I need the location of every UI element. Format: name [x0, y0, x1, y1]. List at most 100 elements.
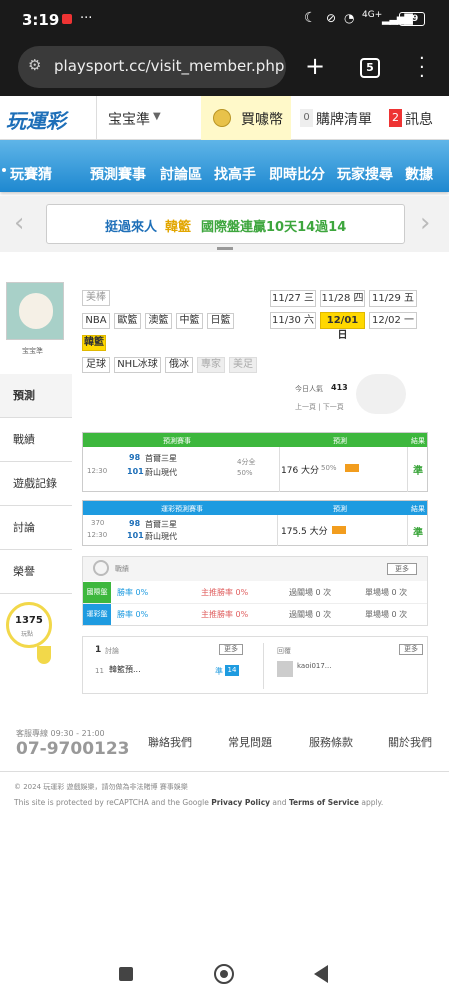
battery-indicator: 89 [399, 12, 425, 26]
member-content: 宝宝準 美棒 NBA 歐籃 澳籃 中籃 日籃 韓籃 足球 NHL冰球 俄冰 專家… [0, 268, 449, 708]
tag-soccer[interactable]: 足球 [82, 357, 110, 373]
prediction-pick: 176 大分 [281, 466, 320, 476]
recents-icon[interactable] [119, 967, 133, 981]
summary-row-intl: 國際盤 勝率 0% 主推勝率 0% 過關場 0 次 單場場 0 次 [83, 582, 427, 604]
privacy-link[interactable]: Privacy Policy [211, 798, 270, 807]
bulb-icon [37, 646, 51, 664]
prediction-pick: 175.5 大分 [281, 527, 328, 537]
cart-link[interactable]: 購牌清單 [316, 109, 372, 129]
carousel-prev-icon[interactable]: ‹ [14, 208, 24, 238]
tag-ru-hockey[interactable]: 俄冰 [165, 357, 193, 373]
site-logo[interactable]: 玩運彩 [6, 105, 66, 134]
browser-menu-icon[interactable]: · · · [419, 50, 425, 86]
date-1201[interactable]: 12/01 日 [320, 312, 365, 341]
moon-icon: ☾ [304, 10, 317, 26]
prediction-table-lottery: 運彩預測賽事 預測 結果 370 12:30 98 101 首爾三星 蔚山現代 … [82, 500, 428, 546]
tag-jp-basket[interactable]: 日籃 [207, 313, 234, 329]
carousel-next-icon[interactable]: › [420, 208, 430, 238]
nav-item-experts[interactable]: 找高手 [214, 164, 256, 184]
terms-link[interactable]: Terms of Service [289, 798, 359, 807]
nav-bullet [2, 168, 6, 172]
site-footer: 客服專線 09:30 - 21:00 07-9700123 聯絡我們 常見問題 … [0, 720, 449, 820]
prediction-table: 預測賽事 預測 結果 12:30 98 101 首爾三星 蔚山現代 4分全 50… [82, 432, 428, 492]
network-label: 4G+ [362, 10, 383, 20]
tag-kr-basket[interactable]: 韓籃 [82, 335, 106, 351]
url-bar[interactable]: ⚙ playsport.cc/visit_member.php [18, 46, 286, 88]
posts-more-button[interactable]: 更多 [219, 644, 243, 655]
tag-cn-basket[interactable]: 中籃 [176, 313, 203, 329]
system-nav-bar [0, 955, 449, 1000]
tag-expert: 專家 [197, 357, 225, 373]
table-header: 運彩預測賽事 預測 結果 [83, 501, 427, 515]
record-summary: 戰績 更多 國際盤 勝率 0% 主推勝率 0% 過關場 0 次 單場場 0 次 … [82, 556, 428, 626]
sidebar-item-discuss[interactable]: 討論 [0, 506, 72, 550]
tag-aus-basket[interactable]: 澳籃 [145, 313, 172, 329]
carousel-indicator [217, 247, 233, 250]
footer-link-terms[interactable]: 服務條款 [309, 734, 353, 750]
tabs-count-button[interactable]: 5 [360, 58, 380, 78]
tag-mlb[interactable]: 美棒 [82, 290, 110, 306]
result-mark: 準 [413, 466, 423, 477]
vibrate-off-icon: ⊘ [326, 11, 337, 25]
banner-text-a: 挺過來人 [105, 220, 158, 235]
url-text[interactable]: playsport.cc/visit_member.php [54, 57, 284, 75]
app-notification-icon [62, 14, 72, 24]
table-header: 預測賽事 預測 結果 [83, 433, 427, 447]
banner-content[interactable]: 挺過來人 韓籃 國際盤連贏10天14過14 [46, 204, 405, 244]
site-settings-icon[interactable]: ⚙ [28, 56, 41, 74]
nav-item-data[interactable]: 數據 [405, 164, 433, 184]
nav-item-forum[interactable]: 討論區 [160, 164, 202, 184]
points-badge[interactable]: 1375 玩點 [6, 602, 52, 648]
status-dots: ··· [80, 11, 93, 26]
tag-nfl: 美足 [229, 357, 257, 373]
nav-item-live-score[interactable]: 即時比分 [269, 164, 325, 184]
pager-note: 上一頁 | 下一頁 [295, 403, 344, 411]
avatar[interactable] [6, 282, 64, 340]
post-title-link[interactable]: 韓籃預... [109, 664, 141, 675]
date-1128[interactable]: 11/28 四 [320, 290, 365, 307]
footer-link-about[interactable]: 關於我們 [388, 734, 432, 750]
back-icon[interactable] [314, 965, 328, 983]
sidebar-item-games[interactable]: 遊戲記錄 [0, 462, 72, 506]
chevron-down-icon[interactable]: ▼ [153, 111, 161, 122]
tag-nhl[interactable]: NHL冰球 [114, 357, 161, 373]
reply-user[interactable]: kaoi017... [297, 662, 331, 670]
message-count-badge: 2 [389, 109, 402, 127]
tag-euro-basket[interactable]: 歐籃 [114, 313, 141, 329]
date-1129[interactable]: 11/29 五 [369, 290, 417, 307]
views-count: 413 [331, 383, 348, 392]
divider [96, 96, 97, 140]
replies-more-button[interactable]: 更多 [399, 644, 423, 655]
banner-text-b: 韓籃 [165, 220, 192, 235]
sidebar-item-honor[interactable]: 榮譽 [0, 550, 72, 594]
messages-link[interactable]: 訊息 [405, 109, 433, 129]
service-phone[interactable]: 07-9700123 [16, 739, 130, 759]
more-button[interactable]: 更多 [387, 563, 417, 575]
record-icon [93, 560, 109, 576]
user-menu[interactable]: 宝宝準 [108, 109, 150, 129]
sidebar-item-record[interactable]: 戰績 [0, 418, 72, 462]
views-label: 今日人氣 [295, 385, 323, 393]
table-row[interactable]: 12:30 98 101 首爾三星 蔚山現代 4分全 50% 176 大分 50… [83, 447, 427, 492]
nav-item-play[interactable]: 玩賽猜 [10, 164, 52, 184]
promo-banner: ‹ 挺過來人 韓籃 國際盤連贏10天14過14 › [0, 196, 449, 252]
new-tab-icon[interactable]: + [305, 52, 325, 80]
sidebar-item-predict[interactable]: 預測 [0, 374, 72, 418]
points-value: 1375 [15, 615, 43, 626]
nav-item-predict[interactable]: 預測賽事 [90, 164, 146, 184]
footer-link-contact[interactable]: 聯絡我們 [148, 734, 192, 750]
points-label: 玩點 [21, 631, 34, 638]
nav-item-player-search[interactable]: 玩家搜尋 [337, 164, 393, 184]
mascot-image [356, 374, 406, 414]
post-badge: 14 [225, 665, 239, 676]
footer-link-faq[interactable]: 常見問題 [228, 734, 272, 750]
table-row[interactable]: 370 12:30 98 101 首爾三星 蔚山現代 175.5 大分 準 [83, 515, 427, 546]
avatar-image [19, 293, 53, 329]
date-1127[interactable]: 11/27 三 [270, 290, 316, 307]
tag-nba[interactable]: NBA [82, 313, 110, 329]
date-1202[interactable]: 12/02 一 [369, 312, 417, 329]
profile-sidebar: 預測 戰績 遊戲記錄 討論 榮譽 [0, 374, 72, 614]
buy-coins-button[interactable]: 買噱幣 [201, 96, 291, 140]
date-1130[interactable]: 11/30 六 [270, 312, 316, 329]
result-mark: 準 [413, 528, 423, 539]
